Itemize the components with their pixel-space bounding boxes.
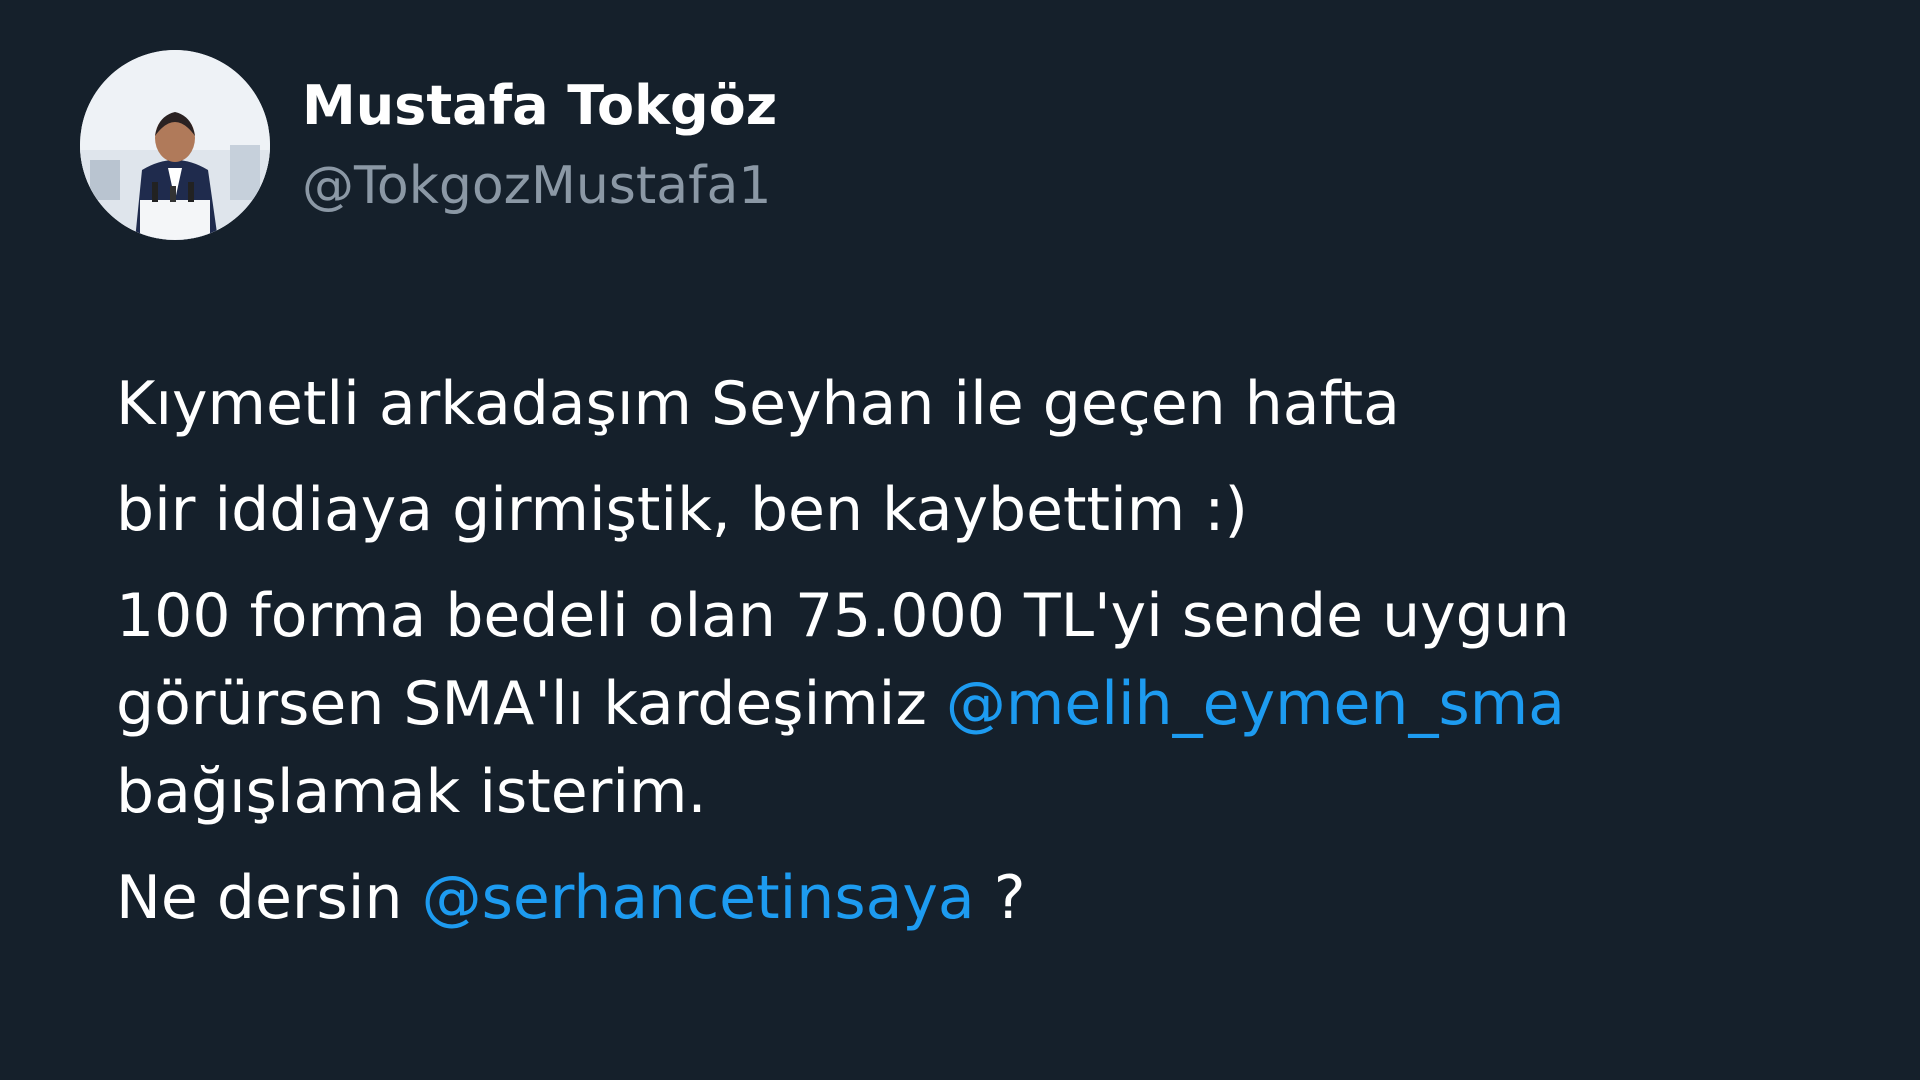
tweet-line: Kıymetli arkadaşım Seyhan ile geçen haft… (116, 369, 1400, 439)
tweet-line-text: görürsen SMA'lı kardeşimiz (116, 669, 946, 739)
tweet-line: görürsen SMA'lı kardeşimiz @melih_eymen_… (116, 660, 1876, 748)
tweet-line-text: ? (974, 863, 1026, 933)
tweet-line: Ne dersin @serhancetinsaya ? (116, 854, 1876, 942)
tweet-text: Kıymetli arkadaşım Seyhan ile geçen haft… (116, 360, 1876, 942)
author-display-name[interactable]: Mustafa Tokgöz (302, 74, 777, 138)
author-handle[interactable]: @TokgozMustafa1 (302, 154, 771, 218)
tweet-line-text: Ne dersin (116, 863, 422, 933)
tweet-card: Mustafa Tokgöz @TokgozMustafa1 Kıymetli … (0, 0, 1920, 1080)
mention-link[interactable]: @melih_eymen_sma (946, 669, 1565, 739)
avatar[interactable] (80, 50, 270, 240)
avatar-photo (80, 50, 270, 240)
tweet-line: 100 forma bedeli olan 75.000 TL'yi sende… (116, 581, 1570, 651)
mention-link[interactable]: @serhancetinsaya (422, 863, 975, 933)
tweet-line: bir iddiaya girmiştik, ben kaybettim :) (116, 475, 1248, 545)
tweet-line: bağışlamak isterim. (116, 757, 707, 827)
